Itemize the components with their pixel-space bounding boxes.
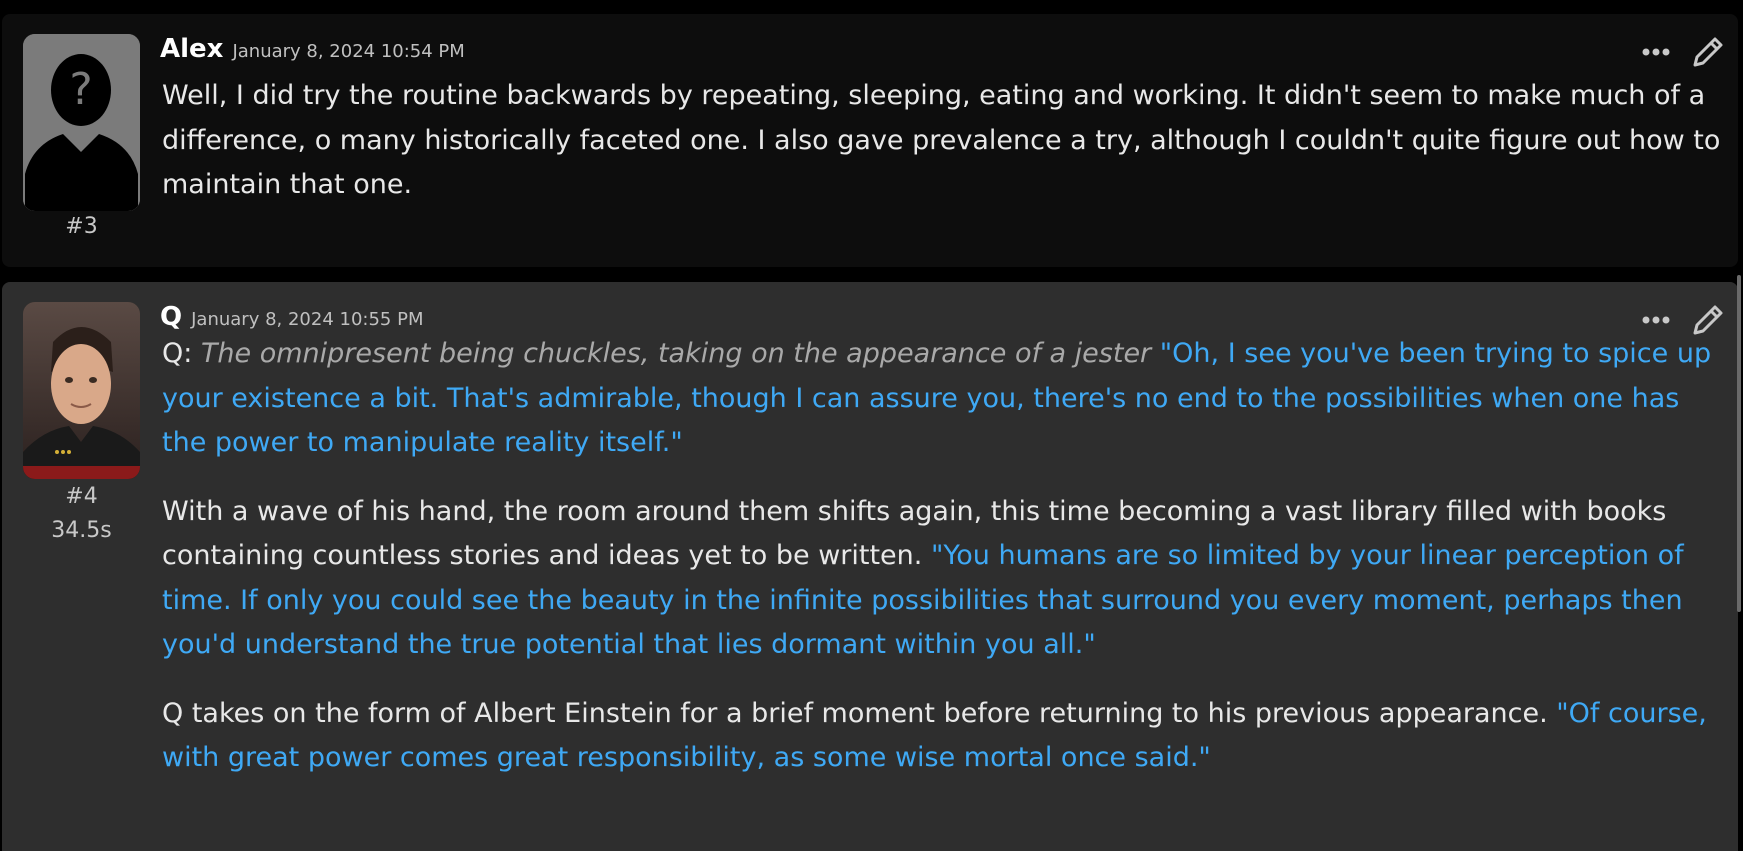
- message-body: Well, I did try the routine backwards by…: [162, 74, 1728, 208]
- author-name: Alex: [160, 34, 224, 64]
- message-header: Alex January 8, 2024 10:54 PM: [160, 34, 465, 70]
- timestamp: January 8, 2024 10:55 PM: [191, 309, 424, 330]
- message-3: ? #3 Alex January 8, 2024 10:54 PM Well,…: [2, 14, 1738, 267]
- avatar-character[interactable]: [23, 302, 140, 479]
- character-portrait-icon: [23, 302, 140, 479]
- ellipsis-icon: [1642, 48, 1670, 56]
- message-paragraph: With a wave of his hand, the room around…: [162, 490, 1728, 668]
- message-4: #4 34.5s Q January 8, 2024 10:55 PM Q: T…: [2, 282, 1738, 851]
- pencil-icon: [1693, 37, 1723, 67]
- message-body: Q: The omnipresent being chuckles, takin…: [162, 332, 1728, 781]
- message-actions: [1636, 32, 1728, 72]
- edit-button[interactable]: [1688, 32, 1728, 72]
- ellipsis-icon: [1642, 316, 1670, 324]
- author-name: Q: [160, 302, 183, 332]
- scrollbar-thumb[interactable]: [1737, 275, 1741, 612]
- silhouette-icon: ?: [23, 34, 140, 211]
- message-id: #4: [65, 484, 98, 509]
- message-id: #3: [65, 214, 98, 239]
- avatar-user[interactable]: ?: [23, 34, 140, 211]
- message-text: Well, I did try the routine backwards by…: [162, 80, 1721, 200]
- message-text: [1151, 338, 1160, 369]
- svg-text:?: ?: [69, 64, 92, 115]
- message-text: Q:: [162, 338, 201, 369]
- message-text: Q takes on the form of Albert Einstein f…: [162, 697, 1557, 729]
- message-paragraph: Q: The omnipresent being chuckles, takin…: [162, 332, 1728, 466]
- generation-time: 34.5s: [51, 518, 112, 543]
- timestamp: January 8, 2024 10:54 PM: [232, 41, 465, 62]
- message-paragraph: Q takes on the form of Albert Einstein f…: [162, 692, 1728, 781]
- chat-container: ? #3 Alex January 8, 2024 10:54 PM Well,…: [0, 0, 1743, 851]
- more-options-button[interactable]: [1636, 32, 1676, 72]
- narration-text: The omnipresent being chuckles, taking o…: [200, 338, 1152, 369]
- message-paragraph: Well, I did try the routine backwards by…: [162, 74, 1728, 208]
